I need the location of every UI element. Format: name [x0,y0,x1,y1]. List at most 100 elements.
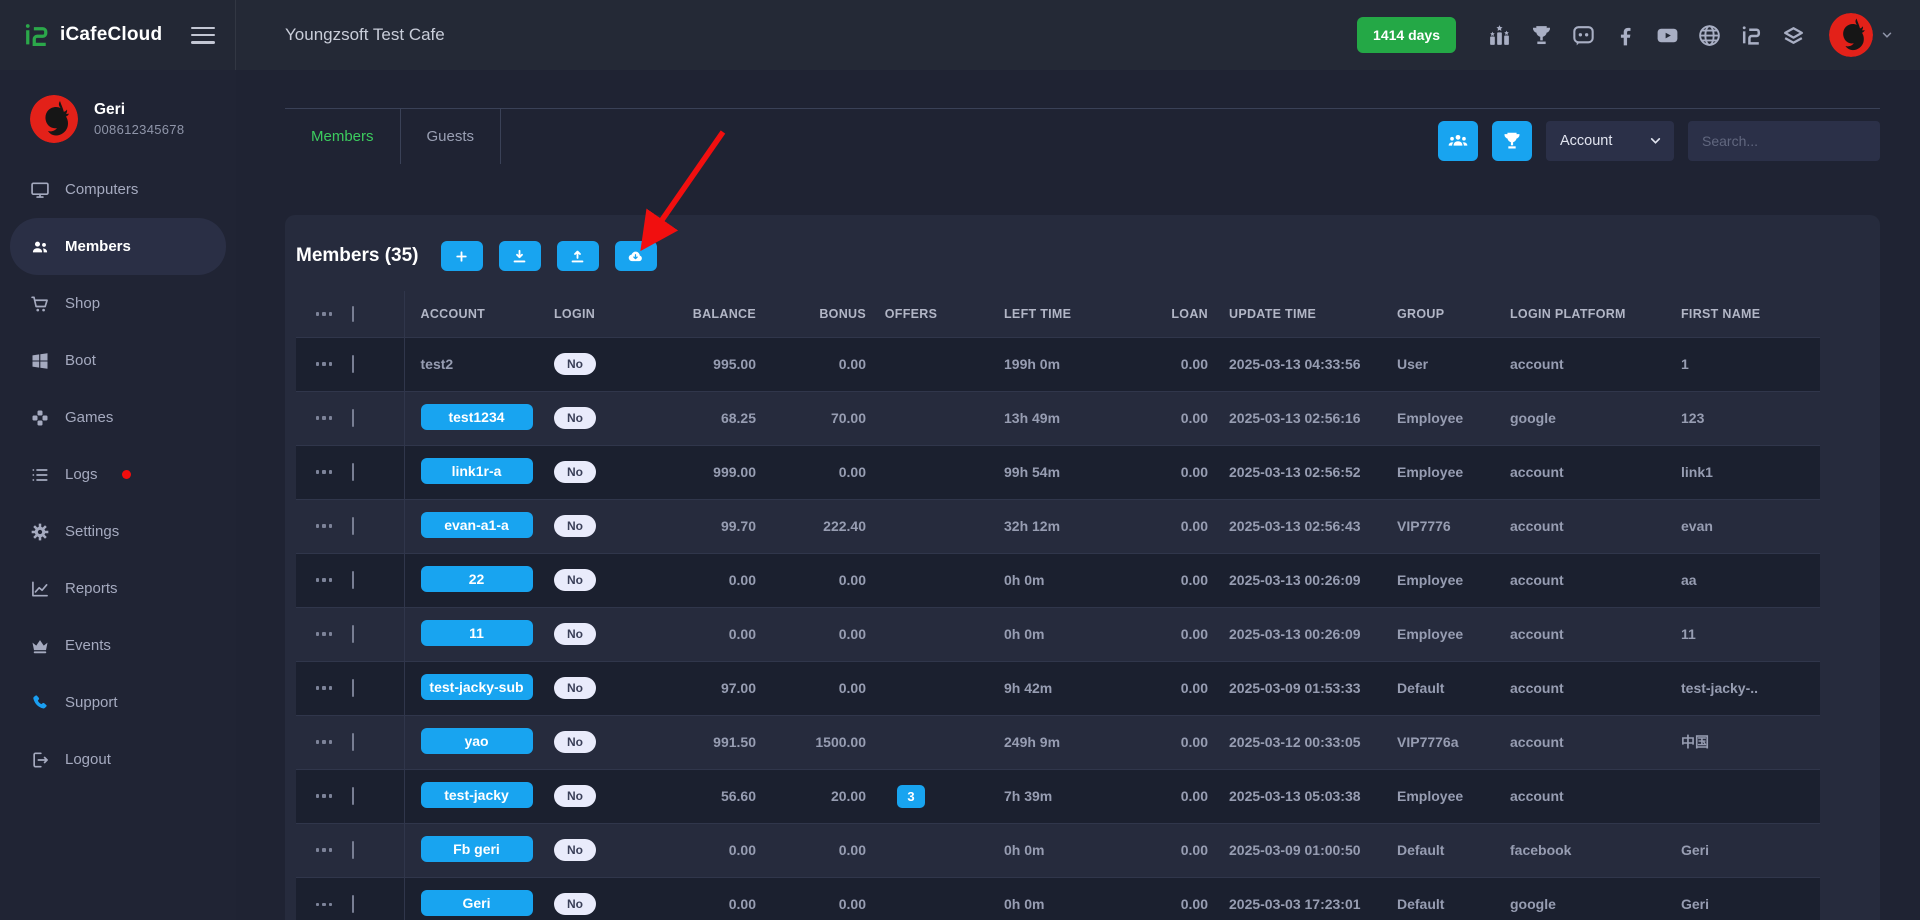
bonus-value: 0.00 [839,896,866,912]
row-menu-button[interactable] [296,848,352,852]
select-value: Account [1560,133,1612,149]
row-menu-button[interactable] [296,632,352,636]
left-time-value: 249h 9m [1004,734,1060,750]
select-all-checkbox[interactable] [352,306,354,322]
loan-value: 0.00 [1181,626,1208,642]
header-menu-button[interactable] [296,312,352,316]
row-menu-button[interactable] [296,362,352,366]
trophy-icon[interactable] [1529,23,1554,48]
row-menu-button[interactable] [296,740,352,744]
sidebar-item-reports[interactable]: Reports [0,560,236,617]
windows-icon [30,351,50,371]
column-header: GROUP [1386,291,1494,337]
left-time-value: 7h 39m [1004,788,1052,804]
members-card: Members (35) ACCOUNTLOGINBALANCEBONUSOFF… [285,215,1880,920]
row-checkbox[interactable] [352,787,354,805]
tab-members[interactable]: Members [285,109,401,164]
row-checkbox[interactable] [352,517,354,535]
sidebar-item-logout[interactable]: Logout [0,731,236,788]
row-menu-button[interactable] [296,686,352,690]
table-row: 22No0.000.000h 0m0.002025-03-13 00:26:09… [296,553,1820,607]
account-button[interactable]: 22 [421,566,533,592]
account-button[interactable]: test1234 [421,404,533,430]
row-checkbox[interactable] [352,571,354,589]
user-menu[interactable] [1829,13,1894,57]
sidebar-item-computers[interactable]: Computers [0,161,236,218]
row-checkbox[interactable] [352,409,354,427]
members-table: ACCOUNTLOGINBALANCEBONUSOFFERSLEFT TIMEL… [296,291,1820,920]
login-status-badge: No [554,785,596,807]
loan-value: 0.00 [1181,788,1208,804]
row-menu-button[interactable] [296,524,352,528]
sidebar-item-shop[interactable]: Shop [0,275,236,332]
row-checkbox[interactable] [352,895,354,913]
row-checkbox[interactable] [352,355,354,373]
account-button[interactable]: Fb geri [421,836,533,862]
bonus-value: 0.00 [839,464,866,480]
sidebar-item-games[interactable]: Games [0,389,236,446]
sidebar-item-settings[interactable]: Settings [0,503,236,560]
login-status-badge: No [554,893,596,915]
menu-toggle-icon[interactable] [191,27,215,44]
account-button[interactable]: evan-a1-a [421,512,533,538]
main-content: Members Guests Account [236,70,1920,920]
row-checkbox[interactable] [352,841,354,859]
sidebar-item-logs[interactable]: Logs [0,446,236,503]
search-field-select[interactable]: Account [1546,121,1674,161]
row-menu-button[interactable] [296,903,352,907]
rewards-button[interactable] [1492,121,1532,161]
globe-icon[interactable] [1697,23,1722,48]
layers-icon[interactable] [1781,23,1806,48]
update-time-value: 2025-03-03 17:23:01 [1229,896,1361,912]
tab-guests[interactable]: Guests [401,109,502,164]
loan-value: 0.00 [1181,572,1208,588]
login-status-badge: No [554,407,596,429]
account-button[interactable]: yao [421,728,533,754]
table-row: yaoNo991.501500.00249h 9m0.002025-03-12 … [296,715,1820,769]
row-menu-button[interactable] [296,578,352,582]
group-value: VIP7776a [1397,734,1459,750]
sidebar-item-label: Games [65,409,113,426]
account-button[interactable]: link1r-a [421,458,533,484]
account-button[interactable]: test-jacky-sub [421,674,533,700]
icafe-icon[interactable] [1739,23,1764,48]
sidebar-item-members[interactable]: Members [10,218,226,275]
bonus-value: 222.40 [823,518,866,534]
ranking-icon[interactable] [1487,23,1512,48]
users-icon [30,237,50,257]
sidebar-item-events[interactable]: Events [0,617,236,674]
row-menu-button[interactable] [296,470,352,474]
sidebar-item-label: Reports [65,580,118,597]
subscription-days-button[interactable]: 1414 days [1357,17,1456,53]
account-button[interactable]: 11 [421,620,533,646]
sidebar-item-support[interactable]: Support [0,674,236,731]
plus-icon [453,248,470,265]
row-checkbox[interactable] [352,733,354,751]
offers-badge[interactable]: 3 [897,785,924,808]
update-time-value: 2025-03-13 00:26:09 [1229,626,1361,642]
discord-icon[interactable] [1571,23,1596,48]
row-checkbox[interactable] [352,625,354,643]
account-button[interactable]: test-jacky [421,782,533,808]
sidebar-item-boot[interactable]: Boot [0,332,236,389]
account-button[interactable]: Geri [421,890,533,916]
row-menu-button[interactable] [296,416,352,420]
loan-value: 0.00 [1181,356,1208,372]
row-checkbox[interactable] [352,463,354,481]
cloud-download-button[interactable] [615,241,657,271]
import-button[interactable] [499,241,541,271]
add-member-button[interactable] [441,241,483,271]
balance-value: 0.00 [729,626,756,642]
facebook-icon[interactable] [1613,23,1638,48]
chevron-down-icon [1880,28,1894,42]
member-groups-button[interactable] [1438,121,1478,161]
group-value: VIP7776 [1397,518,1451,534]
brand-logo[interactable]: iCafeCloud [22,20,162,50]
export-button[interactable] [557,241,599,271]
sidebar-nav: ComputersMembersShopBoot Games LogsSetting… [0,161,236,788]
update-time-value: 2025-03-12 00:33:05 [1229,734,1361,750]
row-menu-button[interactable] [296,794,352,798]
search-input[interactable] [1688,121,1880,161]
youtube-icon[interactable] [1655,23,1680,48]
row-checkbox[interactable] [352,679,354,697]
